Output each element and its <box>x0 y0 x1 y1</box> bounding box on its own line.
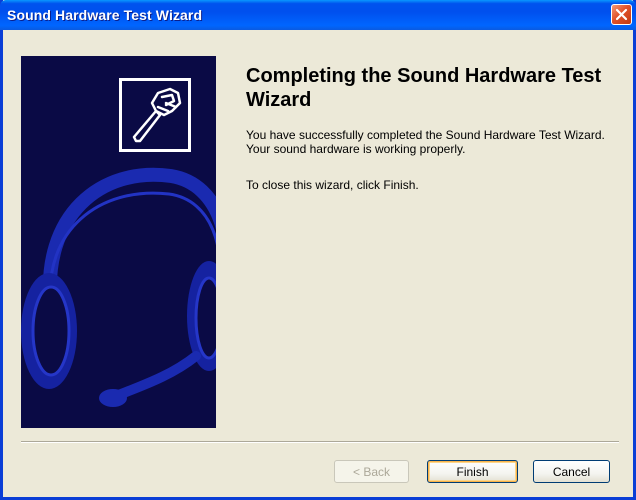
button-divider <box>21 441 619 443</box>
completion-message: You have successfully completed the Soun… <box>246 128 605 156</box>
close-instruction: To close this wizard, click Finish. <box>246 178 419 192</box>
close-button[interactable] <box>611 4 632 25</box>
cancel-button[interactable]: Cancel <box>533 460 610 483</box>
title-bar[interactable]: Sound Hardware Test Wizard <box>0 0 636 30</box>
window-title: Sound Hardware Test Wizard <box>7 7 203 23</box>
wrench-icon <box>132 87 182 143</box>
finish-button[interactable]: Finish <box>427 460 518 483</box>
wrench-badge <box>119 78 191 152</box>
back-button[interactable]: < Back <box>334 460 409 483</box>
wizard-side-panel <box>21 56 216 428</box>
wizard-heading: Completing the Sound Hardware Test Wizar… <box>246 65 602 111</box>
close-icon <box>615 8 628 21</box>
wizard-window: Sound Hardware Test Wizard Completing th… <box>0 0 636 500</box>
